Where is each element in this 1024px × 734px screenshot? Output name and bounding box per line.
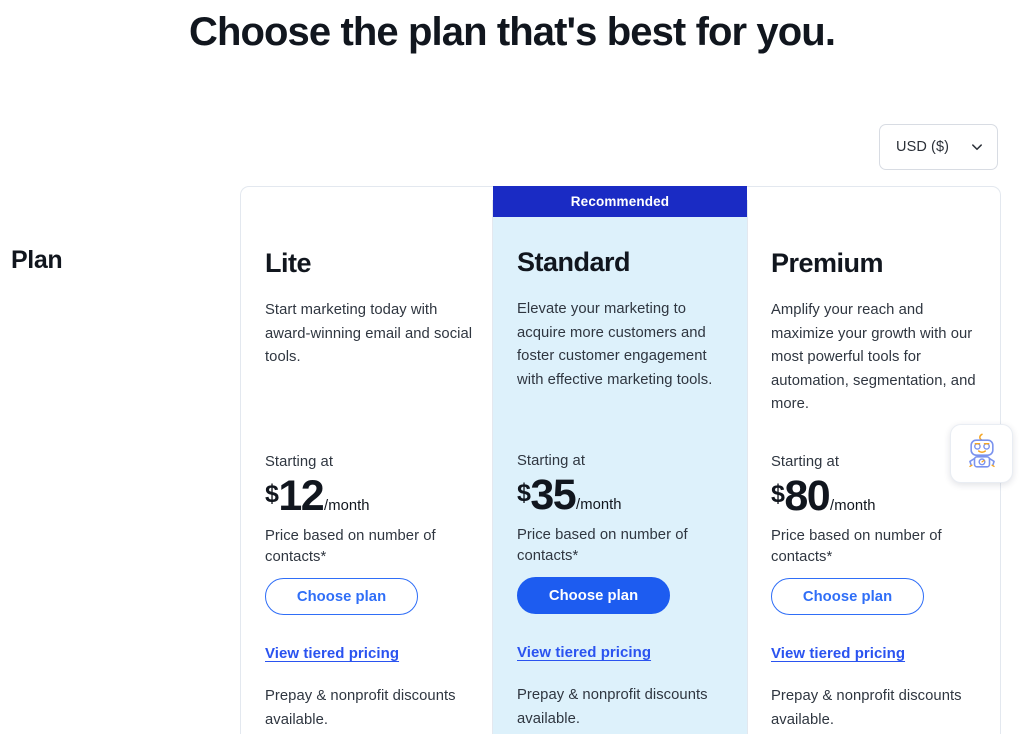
column-divider: [747, 200, 748, 734]
starting-at-label: Starting at: [517, 453, 585, 469]
price-note: Price based on number of contacts*: [771, 528, 942, 565]
plan-description: Start marketing today with award-winning…: [265, 302, 473, 365]
price-note: Price based on number of contacts*: [517, 527, 688, 564]
price-block: Starting at $ 12 /month Price based on n…: [265, 452, 479, 568]
currency-select-value: USD ($): [896, 139, 950, 155]
plan-name: Premium: [771, 248, 884, 278]
view-tiered-pricing-link[interactable]: View tiered pricing: [771, 645, 905, 662]
plan-comparison-table: Lite Start marketing today with award-wi…: [240, 186, 1001, 734]
price-line: $ 80 /month: [771, 474, 985, 518]
currency-symbol: $: [517, 479, 531, 507]
currency-symbol: $: [265, 480, 279, 508]
currency-symbol: $: [771, 480, 785, 508]
price-period: /month: [830, 498, 876, 514]
plan-description: Amplify your reach and maximize your gro…: [771, 302, 976, 412]
recommended-badge: Recommended: [493, 186, 747, 217]
price-period: /month: [576, 497, 622, 513]
currency-select[interactable]: USD ($): [879, 124, 998, 170]
price-line: $ 12 /month: [265, 474, 479, 518]
price-amount: 80: [784, 472, 830, 520]
chevron-down-icon: [970, 140, 984, 154]
plan-name: Lite: [265, 248, 312, 278]
starting-at-label: Starting at: [265, 454, 333, 470]
column-divider: [492, 200, 493, 734]
discount-note: Prepay & nonprofit discounts available.: [771, 688, 962, 728]
price-amount: 35: [530, 471, 576, 519]
plan-name: Standard: [517, 247, 631, 277]
discount-note: Prepay & nonprofit discounts available.: [265, 688, 456, 728]
price-period: /month: [324, 498, 370, 514]
row-label-plan: Plan: [11, 246, 63, 274]
price-line: $ 35 /month: [517, 473, 731, 517]
price-amount: 12: [278, 472, 324, 520]
choose-plan-button[interactable]: Choose plan: [265, 578, 418, 615]
view-tiered-pricing-link[interactable]: View tiered pricing: [517, 644, 651, 661]
choose-plan-button[interactable]: Choose plan: [517, 577, 670, 614]
price-note: Price based on number of contacts*: [265, 528, 436, 565]
chat-widget-button[interactable]: [950, 424, 1013, 483]
plan-description: Elevate your marketing to acquire more c…: [517, 301, 713, 388]
plan-card-standard: Recommended Standard Elevate your market…: [493, 186, 747, 734]
plan-card-lite: Lite Start marketing today with award-wi…: [240, 186, 494, 734]
robot-icon: [962, 431, 1002, 476]
price-block: Starting at $ 35 /month Price based on n…: [517, 451, 731, 567]
discount-note: Prepay & nonprofit discounts available.: [517, 687, 708, 727]
choose-plan-button[interactable]: Choose plan: [771, 578, 924, 615]
view-tiered-pricing-link[interactable]: View tiered pricing: [265, 645, 399, 662]
page-title: Choose the plan that's best for you.: [188, 10, 836, 54]
